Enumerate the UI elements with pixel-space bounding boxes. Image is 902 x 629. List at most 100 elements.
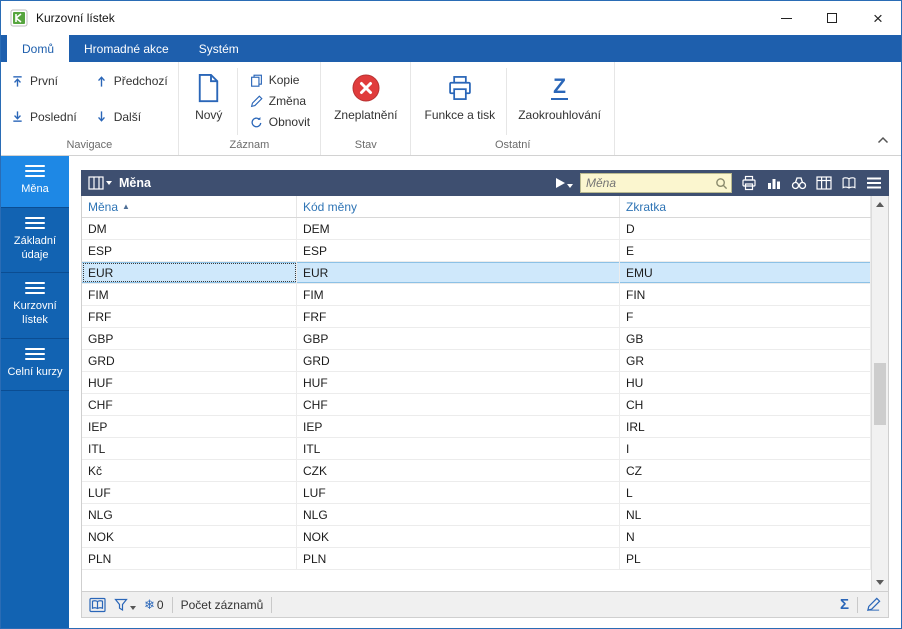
statusbar-separator	[857, 596, 858, 613]
tab-system[interactable]: Systém	[184, 35, 254, 62]
table-row[interactable]: IEP IEP IRL	[82, 416, 871, 438]
column-header-mena[interactable]: Měna ▲	[82, 196, 297, 217]
column-header-kod-meny[interactable]: Kód měny	[297, 196, 620, 217]
table-cell: I	[620, 438, 871, 459]
table-cell: CZ	[620, 460, 871, 481]
minimize-button[interactable]	[763, 1, 809, 35]
previous-button[interactable]: Předchozí	[91, 72, 172, 90]
printer-icon	[446, 70, 474, 106]
table-row[interactable]: LUF LUF L	[82, 482, 871, 504]
view-selector-button[interactable]	[88, 176, 112, 190]
sidebar-item-kurzovni-listek[interactable]: Kurzovní lístek	[1, 273, 69, 339]
scroll-down-button[interactable]	[872, 574, 888, 591]
list-icon	[25, 347, 45, 360]
scroll-thumb[interactable]	[874, 363, 886, 425]
ribbon-group-ostatni: Funkce a tisk Z Zaokrouhlování Ostatní	[411, 62, 615, 155]
table-cell: GBP	[297, 328, 620, 349]
chevron-up-icon	[877, 136, 889, 144]
sidebar-item-zakladni-udaje[interactable]: Základní údaje	[1, 208, 69, 274]
table-row[interactable]: NLG NLG NL	[82, 504, 871, 526]
table-row[interactable]: GRD GRD GR	[82, 350, 871, 372]
table-row[interactable]: HUF HUF HU	[82, 372, 871, 394]
table-row[interactable]: PLN PLN PL	[82, 548, 871, 570]
collapse-ribbon-button[interactable]	[877, 131, 889, 149]
copy-button[interactable]: Kopie	[246, 71, 314, 89]
scroll-up-button[interactable]	[872, 196, 888, 213]
first-button[interactable]: První	[7, 72, 81, 90]
open-book-icon	[89, 597, 106, 612]
print-functions-label: Funkce a tisk	[424, 108, 496, 122]
table-cell: L	[620, 482, 871, 503]
sidebar-item-label: Měna	[21, 183, 49, 195]
table-cell: ESP	[297, 240, 620, 261]
table-cell: GB	[620, 328, 871, 349]
group-label-zaznam: Záznam	[229, 139, 270, 151]
search-icon[interactable]	[715, 177, 728, 190]
print-button[interactable]	[741, 175, 757, 191]
rounding-button[interactable]: Z Zaokrouhlování	[511, 66, 608, 123]
table-cell: FRF	[297, 306, 620, 327]
table-cell: IEP	[297, 416, 620, 437]
table-cell: ESP	[82, 240, 297, 261]
table-row[interactable]: DM DEM D	[82, 218, 871, 240]
refresh-button[interactable]: Obnovit	[246, 113, 314, 131]
table-cell: PL	[620, 548, 871, 569]
vertical-scrollbar[interactable]	[871, 196, 888, 591]
group-label-navigace: Navigace	[66, 139, 113, 151]
main-area: Měna Základní údaje Kurzovní lístek Celn…	[1, 156, 901, 628]
table-row[interactable]: GBP GBP GB	[82, 328, 871, 350]
table-row[interactable]: ITL ITL I	[82, 438, 871, 460]
detail-view-button[interactable]	[89, 597, 106, 613]
maximize-button[interactable]	[809, 1, 855, 35]
ribbon-group-navigace: První Poslední Předchozí Další Navigace	[1, 62, 179, 155]
invalidate-label: Zneplatnění	[334, 108, 398, 122]
next-button[interactable]: Další	[91, 108, 172, 126]
table-row[interactable]: EUR EUR EMU	[82, 262, 871, 284]
run-filter-button[interactable]	[556, 178, 573, 188]
new-button[interactable]: Nový	[185, 66, 233, 123]
table-cell: NOK	[82, 526, 297, 547]
dictionary-button[interactable]	[841, 176, 857, 191]
list-icon	[25, 282, 45, 295]
table-view-icon	[88, 176, 104, 190]
next-label: Další	[113, 109, 142, 124]
table-row[interactable]: ESP ESP E	[82, 240, 871, 262]
list-icon	[25, 165, 45, 177]
chart-button[interactable]	[766, 175, 782, 191]
quick-edit-button[interactable]	[866, 597, 881, 612]
menu-icon	[867, 177, 881, 189]
table-cell: NL	[620, 504, 871, 525]
table-row[interactable]: NOK NOK N	[82, 526, 871, 548]
edit-button[interactable]: Změna	[246, 92, 314, 110]
statusbar-separator	[171, 596, 173, 613]
frozen-filter-indicator[interactable]: ❄ 0	[144, 597, 164, 613]
invalidate-button[interactable]: Zneplatnění	[327, 66, 404, 123]
search-input[interactable]	[586, 176, 715, 190]
table-cell: LUF	[297, 482, 620, 503]
tab-hromadne-akce[interactable]: Hromadné akce	[69, 35, 184, 62]
scroll-track[interactable]	[872, 213, 888, 574]
close-button[interactable]: ×	[855, 1, 901, 35]
table-row[interactable]: FRF FRF F	[82, 306, 871, 328]
find-button[interactable]	[791, 175, 807, 191]
filter-button[interactable]	[114, 598, 136, 612]
table-row[interactable]: FIM FIM FIN	[82, 284, 871, 306]
sidebar-item-mena[interactable]: Měna	[1, 156, 69, 208]
window-controls: ×	[763, 1, 901, 35]
grid-statusbar: ❄ 0 Počet záznamů Σ	[81, 592, 889, 618]
table-cell: FIM	[297, 284, 620, 305]
column-header-zkratka[interactable]: Zkratka	[620, 196, 871, 217]
table-row[interactable]: Kč CZK CZ	[82, 460, 871, 482]
tab-domu[interactable]: Domů	[7, 35, 70, 62]
next-arrow-down-icon	[97, 111, 105, 122]
edit-label: Změna	[268, 94, 307, 108]
columns-button[interactable]	[816, 176, 832, 190]
last-button[interactable]: Poslední	[7, 108, 81, 126]
table-cell: GBP	[82, 328, 297, 349]
print-functions-button[interactable]: Funkce a tisk	[417, 66, 502, 123]
menu-button[interactable]	[866, 176, 882, 190]
sidebar-item-celni-kurzy[interactable]: Celní kurzy	[1, 339, 69, 391]
content-panel: Měna Měna Měna ▲ Kód měny Zkratka DM DEM…	[69, 156, 901, 628]
sum-button[interactable]: Σ	[840, 596, 849, 613]
table-row[interactable]: CHF CHF CH	[82, 394, 871, 416]
